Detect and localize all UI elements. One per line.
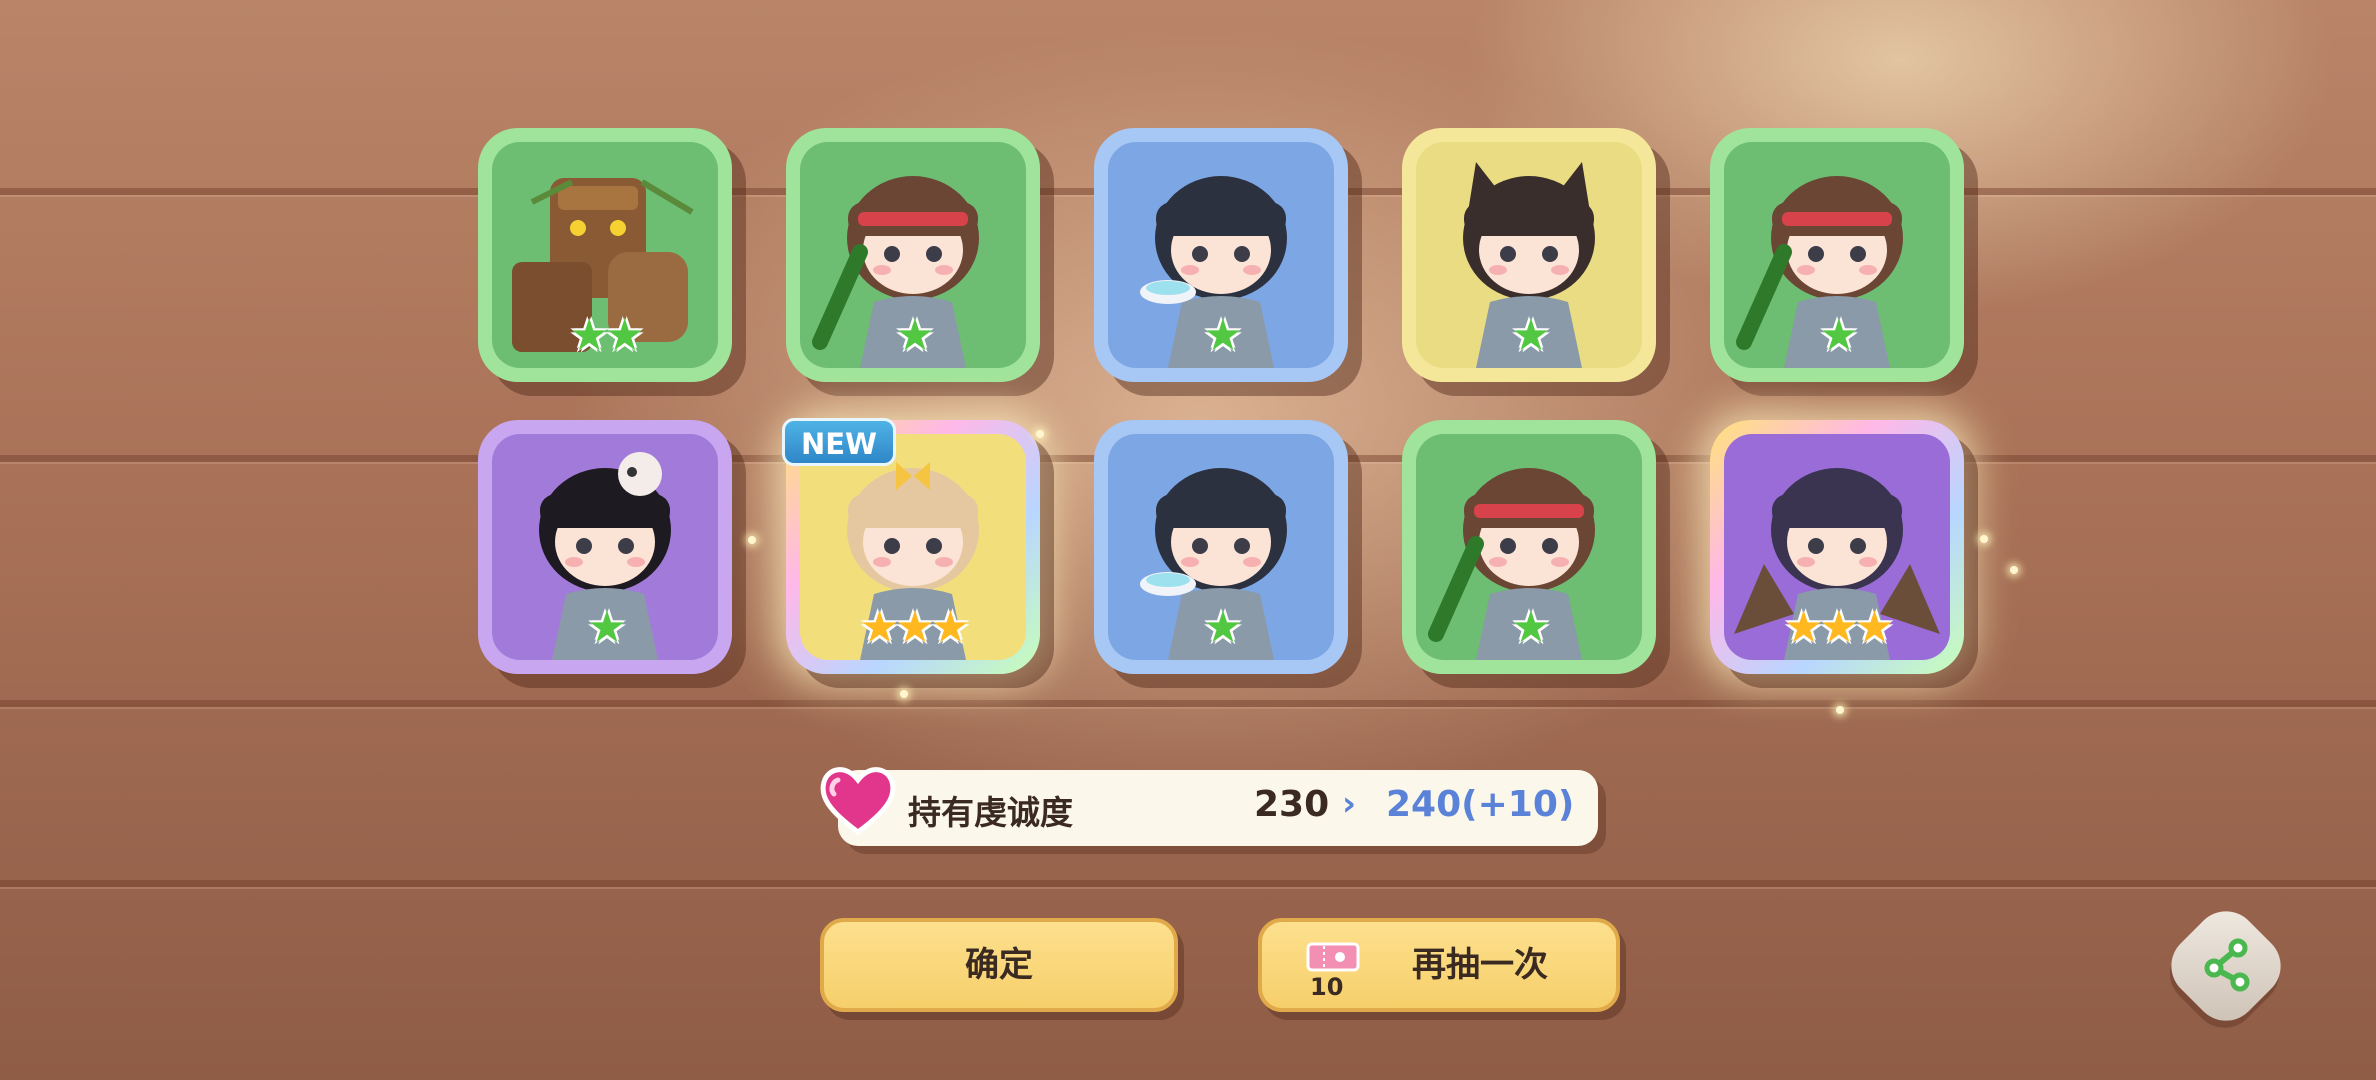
sparkle [1980, 535, 1988, 543]
card-bowl-girl[interactable]: ★ [1094, 128, 1348, 382]
star-icon: ★ [1819, 602, 1859, 653]
star-icon: ★ [605, 310, 645, 361]
sparkle [1036, 430, 1044, 438]
star-icon: ★ [895, 310, 935, 361]
wood-plank-line [0, 880, 2376, 887]
ticket-count: 10 [1310, 973, 1344, 1001]
loyalty-current-value: 230 [1254, 784, 1330, 825]
share-icon[interactable] [2196, 934, 2258, 996]
card-headband-girl[interactable]: ★ [1710, 128, 1964, 382]
card-headband-girl[interactable]: ★ [786, 128, 1040, 382]
card-bowl-girl[interactable]: ★ [1094, 420, 1348, 674]
card-portrait-frame: ★ [492, 434, 718, 660]
draw-again-button[interactable]: 10 再抽一次 [1258, 918, 1620, 1012]
sparkle [2010, 566, 2018, 574]
wood-plank-line [0, 700, 2376, 707]
card-headband-girl[interactable]: ★ [1402, 420, 1656, 674]
card-treant[interactable]: ★★ [478, 128, 732, 382]
card-portrait-frame: ★★★ [1724, 434, 1950, 660]
sparkle [748, 536, 756, 544]
rarity-stars: ★ [492, 606, 718, 650]
star-icon: ★ [569, 310, 610, 361]
card-winged-girl[interactable]: ★★★ [1710, 420, 1964, 674]
loyalty-label: 持有虔诚度 [908, 793, 1073, 832]
rarity-stars: ★ [1416, 314, 1642, 358]
loyalty-new-value: 240(+10) [1386, 784, 1575, 825]
star-icon: ★ [587, 602, 627, 653]
star-icon: ★ [895, 602, 935, 653]
rarity-stars: ★ [1108, 606, 1334, 650]
sparkle [900, 690, 908, 698]
card-portrait-frame: ★ [1724, 142, 1950, 368]
star-icon: ★ [1511, 602, 1551, 653]
draw-again-label: 再抽一次 [1412, 945, 1548, 985]
card-portrait-frame: ★ [800, 142, 1026, 368]
rarity-stars: ★★★ [1724, 606, 1950, 650]
star-icon: ★ [1203, 310, 1243, 361]
rarity-stars: ★★ [492, 314, 718, 358]
star-icon: ★ [1511, 310, 1551, 361]
star-icon: ★ [1819, 310, 1859, 361]
heart-icon [820, 767, 896, 836]
new-badge: NEW [782, 418, 896, 466]
chevron-right-icon: › [1342, 784, 1357, 824]
star-icon: ★ [930, 602, 971, 653]
card-portrait-frame: ★★ [492, 142, 718, 368]
gacha-result-screen: ★★ ★ ★ ★ ★ ★ ★★★ ★ ★ ★★★ NEW 持有虔诚度 230 › 240(+10)… [0, 0, 2376, 1080]
confirm-button[interactable]: 确定 [820, 918, 1178, 1012]
rarity-stars: ★ [1416, 606, 1642, 650]
rarity-stars: ★ [800, 314, 1026, 358]
card-skull-girl[interactable]: ★ [478, 420, 732, 674]
rarity-stars: ★ [1724, 314, 1950, 358]
card-wolf-girl[interactable]: ★ [1402, 128, 1656, 382]
rarity-stars: ★ [1108, 314, 1334, 358]
card-portrait-frame: ★ [1108, 142, 1334, 368]
star-icon: ★ [1854, 602, 1895, 653]
sparkle [1836, 706, 1844, 714]
card-portrait-frame: ★★★ [800, 434, 1026, 660]
star-icon: ★ [1203, 602, 1243, 653]
ticket-icon [1306, 942, 1360, 972]
star-icon: ★ [1783, 602, 1824, 653]
card-portrait-frame: ★ [1416, 142, 1642, 368]
card-portrait-frame: ★ [1108, 434, 1334, 660]
card-portrait-frame: ★ [1416, 434, 1642, 660]
star-icon: ★ [859, 602, 900, 653]
rarity-stars: ★★★ [800, 606, 1026, 650]
